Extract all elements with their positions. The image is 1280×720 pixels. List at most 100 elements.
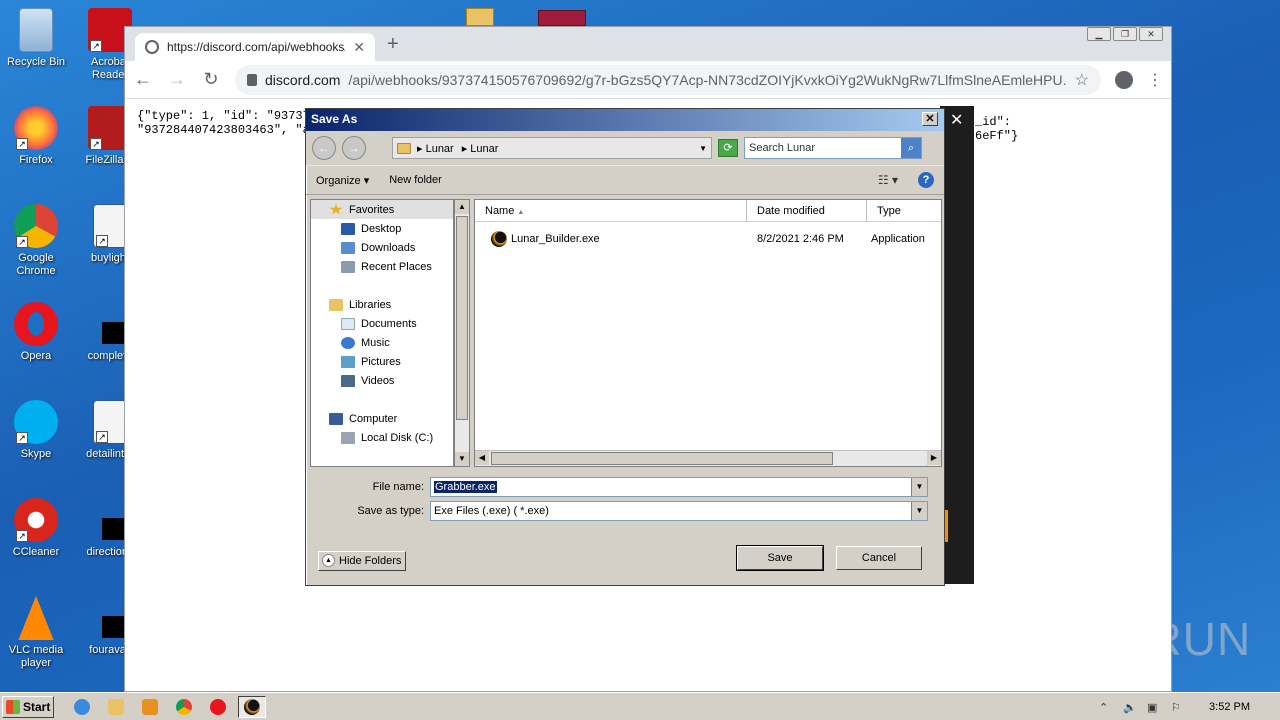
file-name-label: File name: — [372, 481, 424, 493]
opera-icon — [210, 698, 226, 715]
chevron-down-icon[interactable]: ▼ — [911, 502, 927, 520]
back-icon[interactable]: ← — [133, 69, 153, 90]
volume-icon[interactable]: 🔈 — [1123, 701, 1137, 714]
app-icon — [491, 231, 507, 247]
dialog-title-bar[interactable]: Save As ✕ — [306, 109, 944, 131]
chevron-down-icon[interactable]: ▼ — [699, 144, 707, 153]
new-tab-icon[interactable]: + — [387, 33, 399, 56]
ccleaner-icon[interactable]: ↗ CCleaner — [0, 498, 72, 559]
computer-icon — [329, 412, 343, 425]
firefox-icon[interactable]: ↗ Firefox — [0, 106, 72, 167]
scroll-thumb[interactable] — [491, 452, 833, 465]
browser-toolbar: ← → ↻ discord.com/api/webhooks/937374150… — [125, 61, 1171, 99]
nav-pane-scrollbar[interactable]: ▲ ▼ — [454, 199, 470, 467]
scroll-down-icon[interactable]: ▼ — [455, 452, 469, 466]
forward-icon[interactable]: → — [167, 69, 187, 90]
folder-icon — [397, 142, 411, 154]
nav-item-downloads[interactable]: Downloads — [311, 238, 453, 257]
taskbar-lunar[interactable] — [238, 695, 266, 718]
show-hidden-icons-icon[interactable]: ⌃ — [1099, 701, 1113, 714]
pictures-icon — [341, 355, 355, 368]
documents-icon — [341, 317, 355, 330]
cancel-button[interactable]: Cancel — [836, 546, 922, 570]
network-icon[interactable]: ▣ — [1147, 701, 1161, 714]
help-icon[interactable]: ? — [918, 172, 934, 188]
column-header-name[interactable]: Name ▲ — [475, 200, 747, 221]
media-player-icon — [142, 698, 158, 715]
nav-item-music[interactable]: Music — [311, 333, 453, 352]
file-name: Lunar_Builder.exe — [511, 233, 600, 245]
minimize-icon[interactable]: ▁ — [1087, 27, 1111, 41]
nav-item-favorites[interactable]: Favorites — [311, 200, 453, 219]
google-chrome-icon[interactable]: ↗ Google Chrome — [0, 204, 72, 278]
nav-item-computer[interactable]: Computer — [311, 409, 453, 428]
opera-icon[interactable]: Opera — [0, 302, 72, 363]
nav-item-libraries[interactable]: Libraries — [311, 295, 453, 314]
close-tab-icon[interactable]: ✕ — [353, 39, 365, 56]
breadcrumb-item[interactable]: ▸ Lunar — [417, 142, 454, 155]
chrome-icon — [176, 698, 192, 715]
scroll-thumb[interactable] — [456, 216, 468, 420]
start-button[interactable]: Start — [2, 695, 54, 718]
navigation-pane: Favorites Desktop Downloads Recent Place… — [310, 199, 454, 467]
browser-tab[interactable]: https://discord.com/api/webhooks/9 ✕ — [135, 33, 375, 61]
reload-icon[interactable]: ↻ — [201, 69, 221, 90]
taskbar-chrome[interactable] — [170, 696, 198, 718]
menu-kebab-icon[interactable]: ⋮ — [1147, 70, 1163, 90]
search-icon[interactable]: ⌕ — [901, 138, 921, 158]
recycle-bin-icon[interactable]: Recycle Bin — [0, 8, 72, 69]
folder-path-bar[interactable]: ▸ Lunar ▸ Lunar ▼ — [392, 137, 712, 159]
breadcrumb-item[interactable]: ▸ Lunar — [462, 142, 499, 155]
skype-icon[interactable]: ↗ Skype — [0, 400, 72, 461]
taskbar-ie[interactable] — [68, 696, 96, 718]
desktop-icon-label: Firefox — [19, 154, 53, 166]
taskbar-opera[interactable] — [204, 696, 232, 718]
action-center-flag-icon[interactable]: ⚐ — [1171, 701, 1185, 714]
save-type-value: Exe Files (.exe) ( *.exe) — [434, 505, 549, 517]
folder-icon[interactable] — [466, 8, 494, 26]
hide-folders-button[interactable]: ▲ Hide Folders — [318, 551, 407, 571]
nav-item-pictures[interactable]: Pictures — [311, 352, 453, 371]
close-panel-icon[interactable]: ✕ — [950, 110, 963, 130]
forward-icon[interactable]: → — [342, 136, 366, 160]
new-folder-button[interactable]: New folder — [389, 174, 442, 186]
taskbar-explorer[interactable] — [102, 696, 130, 718]
bookmark-star-icon[interactable]: ☆ — [1075, 70, 1089, 90]
column-header-type[interactable]: Type — [867, 200, 941, 221]
taskbar-media-player[interactable] — [136, 696, 164, 718]
refresh-icon[interactable]: ⟳ — [718, 139, 738, 157]
nav-item-documents[interactable]: Documents — [311, 314, 453, 333]
restore-icon[interactable]: ❐ — [1113, 27, 1137, 41]
account-icon[interactable] — [1115, 70, 1133, 89]
windows-logo-icon — [6, 699, 20, 714]
table-row[interactable]: Lunar_Builder.exe 8/2/2021 2:46 PM Appli… — [475, 228, 941, 250]
close-window-icon[interactable]: ✕ — [1139, 27, 1163, 41]
scroll-up-icon[interactable]: ▲ — [455, 200, 469, 214]
back-icon[interactable]: ← — [312, 136, 336, 160]
dialog-close-icon[interactable]: ✕ — [922, 112, 938, 126]
nav-item-desktop[interactable]: Desktop — [311, 219, 453, 238]
column-header-date[interactable]: Date modified — [747, 200, 867, 221]
nav-item-recent-places[interactable]: Recent Places — [311, 257, 453, 276]
scroll-right-icon[interactable]: ▶ — [927, 451, 941, 465]
nav-item-local-disk[interactable]: Local Disk (C:) — [311, 428, 453, 447]
change-view-icon[interactable]: ☷ ▾ — [878, 173, 898, 187]
scroll-left-icon[interactable]: ◀ — [475, 451, 489, 465]
winrar-icon[interactable] — [538, 10, 586, 26]
clock[interactable]: 3:52 PM — [1209, 701, 1250, 713]
search-input[interactable]: Search Lunar ⌕ — [744, 137, 922, 159]
address-bar[interactable]: discord.com/api/webhooks/937374150576709… — [235, 64, 1101, 95]
desktop-icon-label: Recycle Bin — [6, 56, 66, 68]
chevron-up-icon: ▲ — [322, 554, 335, 567]
save-button[interactable]: Save — [736, 545, 824, 571]
file-name-field[interactable]: Grabber.exe ▼ — [430, 477, 928, 497]
save-type-select[interactable]: Exe Files (.exe) ( *.exe) ▼ — [430, 501, 928, 521]
nav-item-videos[interactable]: Videos — [311, 371, 453, 390]
vlc-icon[interactable]: VLC media player — [0, 596, 72, 670]
drive-icon — [341, 431, 355, 444]
organize-button[interactable]: Organize ▾ — [316, 174, 369, 187]
file-list-hscrollbar[interactable]: ◀ ▶ — [475, 450, 941, 466]
music-icon — [341, 336, 355, 349]
chevron-down-icon[interactable]: ▼ — [911, 478, 927, 496]
save-type-label: Save as type: — [357, 505, 424, 517]
